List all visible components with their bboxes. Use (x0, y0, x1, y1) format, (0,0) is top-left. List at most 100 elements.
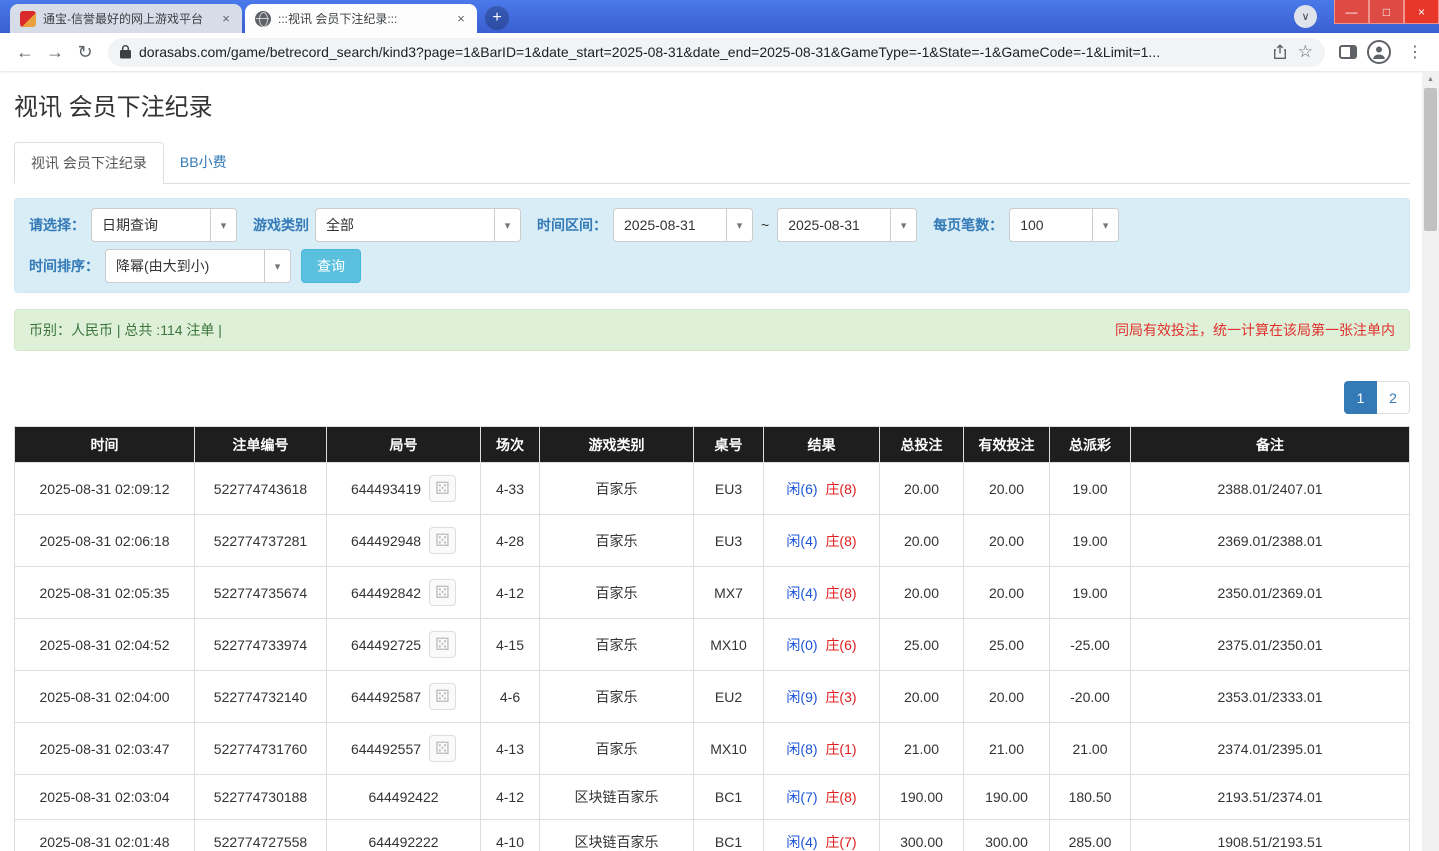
cell-result: 闲(6) 庄(8) (763, 462, 880, 515)
table-row: 2025-08-31 02:01:48 522774727558 6444922… (14, 819, 1410, 851)
cell-payout: -25.00 (1049, 618, 1131, 671)
cell-session: 4-12 (480, 774, 540, 820)
star-icon[interactable]: ☆ (1298, 42, 1313, 62)
table-header-row: 时间 注单编号 局号 场次 游戏类别 桌号 结果 总投注 有效投注 总派彩 备注 (14, 426, 1410, 463)
result-banker: 庄(8) (825, 532, 857, 549)
header-round: 局号 (326, 426, 481, 463)
date-separator: ~ (761, 217, 770, 233)
date-end-select[interactable]: 2025-08-31 ▾ (777, 208, 918, 242)
page-button-2[interactable]: 2 (1377, 381, 1410, 414)
minimize-button[interactable]: — (1334, 0, 1369, 24)
cell-round: 644492587 ⚄ (326, 670, 481, 723)
cell-round: 644492842 ⚄ (326, 566, 481, 619)
scrollbar-thumb[interactable] (1424, 88, 1437, 231)
cell-result: 闲(7) 庄(8) (763, 774, 880, 820)
cell-game-type: 百家乐 (539, 722, 694, 775)
table-row: 2025-08-31 02:03:47 522774731760 6444925… (14, 722, 1410, 775)
sort-select[interactable]: 降幂(由大到小) ▾ (105, 249, 291, 283)
result-player: 闲(4) (786, 584, 818, 601)
dice-icon[interactable]: ⚄ (429, 475, 457, 502)
page-size-select[interactable]: 100 ▾ (1009, 208, 1120, 242)
summary-notice-text: 同局有效投注，统一计算在该局第一张注单内 (1115, 322, 1395, 338)
page-size-value: 100 (1020, 217, 1044, 233)
scroll-up-icon[interactable]: ▲ (1422, 71, 1439, 87)
header-game-type: 游戏类别 (539, 426, 694, 463)
chevron-down-icon[interactable]: ▾ (210, 209, 236, 241)
tab-search-button[interactable]: ∨ (1294, 5, 1317, 28)
cell-round: 644492725 ⚄ (326, 618, 481, 671)
chevron-down-icon[interactable]: ▾ (726, 209, 752, 241)
chevron-down-icon[interactable]: ▾ (494, 209, 520, 241)
cell-bet-id: 522774737281 (194, 514, 327, 567)
browser-tab-strip: 通宝-信誉最好的网上游戏平台 × :::视讯 会员下注纪录::: × + (0, 0, 509, 33)
dice-icon[interactable]: ⚄ (429, 683, 457, 710)
cell-session: 4-10 (480, 819, 540, 851)
scrollbar[interactable]: ▲ (1422, 71, 1439, 851)
round-number: 644493419 (350, 480, 422, 497)
lock-icon[interactable] (120, 45, 131, 59)
avatar-icon[interactable] (1367, 40, 1391, 64)
game-type-select[interactable]: 全部 ▾ (315, 208, 521, 242)
maximize-button[interactable]: □ (1369, 0, 1404, 24)
dice-icon[interactable]: ⚄ (429, 527, 457, 554)
browser-tab-home[interactable]: 通宝-信誉最好的网上游戏平台 × (10, 4, 242, 33)
side-panel-icon[interactable] (1339, 45, 1357, 59)
cell-bet-id: 522774732140 (194, 670, 327, 723)
dice-icon[interactable]: ⚄ (429, 579, 457, 606)
summary-total-text: 币别：人民币 | 总共 :114 注单 | (29, 322, 222, 338)
cell-payout: 19.00 (1049, 462, 1131, 515)
sort-value: 降幂(由大到小) (116, 258, 210, 274)
result-player: 闲(4) (786, 834, 818, 850)
cell-round: 644492557 ⚄ (326, 722, 481, 775)
cell-round: 644492222 ⚄ (326, 819, 481, 851)
table-row: 2025-08-31 02:09:12 522774743618 6444934… (14, 462, 1410, 515)
new-tab-button[interactable]: + (485, 6, 509, 30)
refresh-icon[interactable]: ↻ (70, 37, 100, 67)
toolbar-right-icons: ⋮ (1339, 40, 1429, 64)
cell-valid-bet: 300.00 (963, 819, 1050, 851)
cell-table-no: MX10 (693, 722, 764, 775)
query-mode-select[interactable]: 日期查询 ▾ (91, 208, 237, 242)
cell-total-bet: 21.00 (879, 722, 964, 775)
round-number: 644492557 (350, 740, 422, 757)
cell-session: 4-15 (480, 618, 540, 671)
cell-valid-bet: 20.00 (963, 462, 1050, 515)
header-payout: 总派彩 (1049, 426, 1131, 463)
menu-dots-icon[interactable]: ⋮ (1401, 42, 1429, 62)
chevron-down-icon[interactable]: ▾ (1092, 209, 1119, 241)
cell-round: 644492422 ⚄ (326, 774, 481, 820)
cell-bet-id: 522774727558 (194, 819, 327, 851)
cell-payout: 285.00 (1049, 819, 1131, 851)
cell-game-type: 区块链百家乐 (539, 819, 694, 851)
browser-titlebar: 通宝-信誉最好的网上游戏平台 × :::视讯 会员下注纪录::: × + ∨ —… (0, 0, 1439, 33)
page-content: 视讯 会员下注纪录 视讯 会员下注纪录 BB小费 请选择： 日期查询 ▾ 游戏类… (0, 71, 1439, 851)
bet-table-body: 2025-08-31 02:09:12 522774743618 6444934… (14, 462, 1410, 851)
result-player: 闲(4) (786, 532, 818, 549)
cell-time: 2025-08-31 02:04:00 (14, 670, 195, 723)
dice-icon[interactable]: ⚄ (429, 735, 457, 762)
cell-time: 2025-08-31 02:05:35 (14, 566, 195, 619)
url-text[interactable]: dorasabs.com/game/betrecord_search/kind3… (139, 44, 1262, 60)
share-icon[interactable] (1272, 44, 1288, 60)
chevron-down-icon[interactable]: ▾ (264, 250, 290, 282)
back-icon[interactable]: ← (10, 37, 40, 67)
dice-icon[interactable]: ⚄ (429, 631, 457, 658)
tab-betrecord[interactable]: 视讯 会员下注纪录 (14, 142, 164, 184)
tab-close-icon[interactable]: × (218, 11, 234, 27)
address-bar[interactable]: dorasabs.com/game/betrecord_search/kind3… (108, 37, 1325, 67)
round-number: 644492222 (368, 834, 439, 850)
page-button-1[interactable]: 1 (1344, 381, 1377, 414)
cell-round: 644493419 ⚄ (326, 462, 481, 515)
date-start-select[interactable]: 2025-08-31 ▾ (613, 208, 753, 242)
cell-table-no: MX7 (693, 566, 764, 619)
cell-note: 2369.01/2388.01 (1130, 514, 1410, 567)
forward-icon[interactable]: → (40, 37, 70, 67)
close-button[interactable]: × (1404, 0, 1439, 24)
browser-tab-betrecord[interactable]: :::视讯 会员下注纪录::: × (245, 4, 477, 33)
chevron-down-icon[interactable]: ▾ (890, 209, 917, 241)
tab-close-icon[interactable]: × (453, 11, 469, 27)
result-player: 闲(6) (786, 480, 818, 497)
cell-note: 2375.01/2350.01 (1130, 618, 1410, 671)
search-button[interactable]: 查询 (301, 249, 361, 283)
tab-bb-tip[interactable]: BB小费 (164, 142, 243, 183)
